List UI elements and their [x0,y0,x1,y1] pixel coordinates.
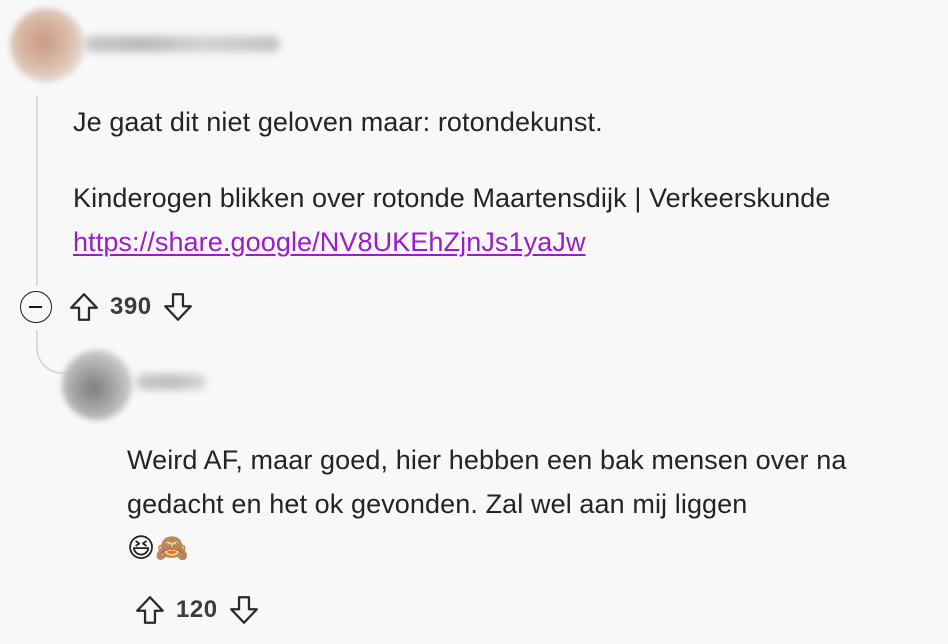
avatar[interactable] [10,8,84,82]
reply-text: Weird AF, maar goed, hier hebben een bak… [127,445,847,519]
comment-text: Weird AF, maar goed, hier hebben een bak… [127,438,937,570]
username-redacted[interactable] [136,374,206,390]
vote-count: 390 [110,293,152,320]
vote-count: 120 [176,596,218,623]
emoji-reaction: 😆🙈 [127,533,189,563]
comment-actions: 390 [20,289,196,325]
upvote-icon [136,596,164,624]
comment-text: Je gaat dit niet geloven maar: rotondeku… [73,107,603,137]
thread-line[interactable] [36,96,38,286]
comment-link[interactable]: https://share.google/NV8UKEhZjnJs1yaJw [73,227,586,257]
upvote-button[interactable] [66,289,102,325]
downvote-icon [229,596,258,624]
downvote-button[interactable] [160,289,196,325]
collapse-icon[interactable] [20,291,52,323]
username-redacted[interactable] [84,36,280,52]
upvote-button[interactable] [132,592,168,628]
comment-text: Kinderogen blikken over rotonde Maartens… [73,176,923,264]
reply-connector [36,330,68,374]
comment-actions: 120 [132,592,262,628]
link-source-label: Kinderogen blikken over rotonde Maartens… [73,183,831,213]
downvote-button[interactable] [226,592,262,628]
avatar[interactable] [62,350,132,420]
upvote-icon [70,293,98,321]
downvote-icon [163,293,192,321]
